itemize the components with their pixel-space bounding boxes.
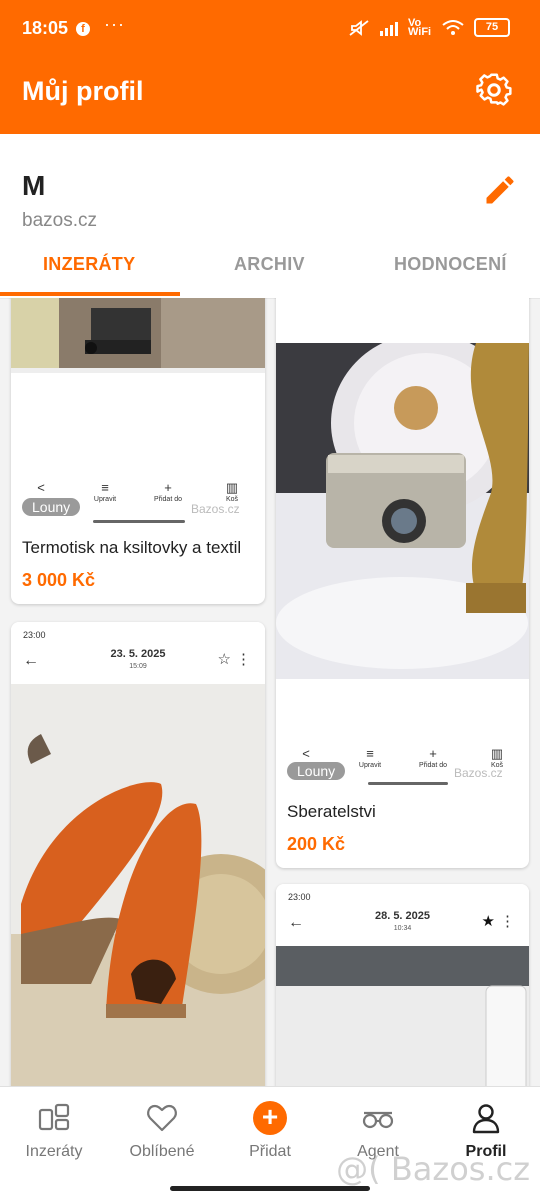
nav-oblibene[interactable]: Oblíbené (108, 1101, 216, 1161)
profile-site: bazos.cz (22, 210, 97, 231)
listing-photo[interactable] (11, 684, 265, 1086)
home-indicator[interactable] (170, 1186, 370, 1191)
listings-grid: < ≡ Upravit + Přidat do ▥ Koš Louny Bazos.c… (0, 298, 540, 1086)
watermark: Bazos.cz (191, 502, 240, 516)
tab-archiv[interactable]: ARCHIV (234, 254, 305, 275)
listing-photo[interactable] (276, 343, 529, 679)
delete-button[interactable]: ▥ Koš (202, 480, 262, 503)
edit-button[interactable]: ≡ Upravit (340, 746, 400, 769)
share-icon: < (302, 746, 310, 761)
add-to-button[interactable]: + Přidat do (138, 480, 198, 503)
listing-card[interactable]: 23:00 ← 23. 5. 2025 15:09 ☆ ⋮ (11, 622, 265, 1086)
mute-icon (349, 19, 369, 36)
location-badge: Louny (22, 498, 81, 516)
tab-indicator (0, 292, 180, 296)
heart-icon (147, 1104, 177, 1132)
sliders-icon: ≡ (366, 746, 374, 761)
divider (368, 782, 448, 785)
watermark: Bazos.cz (454, 766, 503, 780)
nav-pridat[interactable]: + Přidat (216, 1101, 324, 1161)
share-icon: < (37, 480, 45, 495)
page-title: Můj profil (22, 76, 144, 106)
listing-price: 200 Kč (287, 834, 346, 854)
listing-title: Termotisk na ksiltovky a textil (22, 538, 242, 557)
star-icon: ★ (481, 913, 495, 930)
screenshot-header: 23:00 ← 28. 5. 2025 10:34 ★ ⋮ (276, 884, 529, 946)
app-bar: Můj profil (0, 62, 540, 134)
sliders-icon: ≡ (101, 480, 109, 495)
listing-title: Sberatelstvi (287, 802, 376, 821)
tab-inzeraty[interactable]: INZERÁTY (43, 254, 135, 275)
star-icon: ☆ (217, 651, 231, 668)
status-time: 18:05 (22, 18, 69, 38)
status-icons: Vo WiFi 75 (348, 16, 510, 38)
add-icon: + (253, 1101, 287, 1135)
plus-icon: + (429, 746, 437, 761)
more-notifications-icon: ··· (104, 14, 125, 34)
battery-icon: 75 (474, 18, 510, 37)
listing-price: 3 000 Kč (22, 570, 96, 590)
trash-icon: ▥ (225, 480, 239, 495)
trash-icon: ▥ (490, 746, 504, 761)
facebook-icon: f (76, 22, 90, 36)
listing-photo[interactable] (11, 298, 265, 373)
profile-name: M (22, 170, 46, 201)
plus-icon: + (164, 480, 172, 495)
nav-inzeraty[interactable]: Inzeráty (0, 1101, 108, 1161)
tab-hodnoceni[interactable]: HODNOCENÍ (394, 254, 507, 275)
more-icon: ⋮ (500, 913, 515, 930)
pencil-icon[interactable] (482, 172, 518, 208)
listing-card[interactable]: < ≡ Upravit + Přidat do ▥ Koš Louny Bazos.c… (11, 298, 265, 604)
location-badge: Louny (287, 762, 346, 780)
status-bar: 18:05 f ··· Vo WiFi 75 (0, 0, 540, 62)
gear-icon[interactable] (476, 72, 512, 108)
listing-card[interactable]: < ≡ Upravit + Přidat do ▥ Koš Louny Bazos.c… (276, 298, 529, 868)
person-icon (472, 1104, 500, 1134)
share-button[interactable]: < (276, 746, 336, 762)
wifi-icon (442, 19, 464, 35)
vowifi-label: Vo WiFi (408, 16, 432, 38)
signal-icon (380, 20, 398, 36)
more-icon: ⋮ (236, 651, 251, 668)
tab-bar: INZERÁTY ARCHIV HODNOCENÍ (0, 250, 540, 298)
listing-card[interactable]: 23:00 ← 28. 5. 2025 10:34 ★ ⋮ (276, 884, 529, 1086)
listing-photo[interactable] (276, 946, 529, 1086)
listings-icon (38, 1103, 70, 1131)
divider (93, 520, 185, 523)
screenshot-header: 23:00 ← 23. 5. 2025 15:09 ☆ ⋮ (11, 622, 265, 684)
watermark: @( Bazos.cz (336, 1150, 530, 1188)
glasses-icon (362, 1111, 394, 1129)
edit-button[interactable]: ≡ Upravit (75, 480, 135, 503)
share-button[interactable]: < (11, 480, 71, 496)
